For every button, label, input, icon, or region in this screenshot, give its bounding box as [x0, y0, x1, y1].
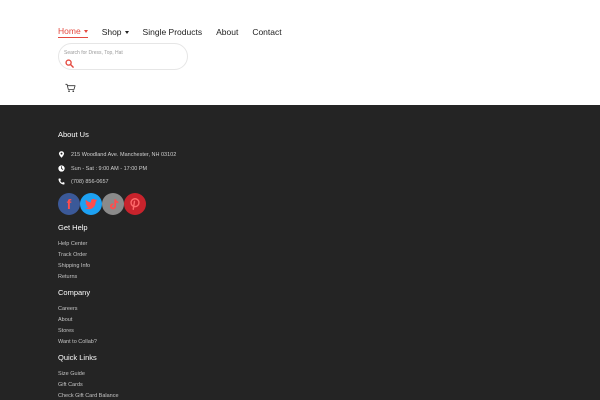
location-pin-icon	[58, 151, 65, 158]
footer-heading-about: About Us	[58, 130, 89, 139]
phone-icon	[58, 178, 65, 185]
footer-link-size-guide[interactable]: Size Guide	[58, 371, 85, 377]
pinterest-icon[interactable]	[124, 193, 146, 215]
social-links: f	[58, 193, 158, 218]
nav-label-about: About	[216, 27, 239, 37]
twitter-icon[interactable]	[80, 193, 102, 215]
chevron-down-icon	[83, 29, 88, 33]
phone-text: (708) 856-0657	[71, 178, 109, 185]
nav-label-home: Home	[58, 26, 81, 36]
nav-item-about[interactable]: About	[216, 27, 238, 37]
footer-link-careers[interactable]: Careers	[58, 306, 78, 312]
contact-hours: Sun - Sat : 9:00 AM - 17:00 PM	[58, 165, 147, 172]
nav-item-shop[interactable]: Shop	[102, 27, 129, 37]
nav-label-contact: Contact	[252, 27, 282, 37]
nav-label-shop: Shop	[101, 27, 122, 37]
footer-heading-get-help: Get Help	[58, 223, 88, 232]
search-input[interactable]	[64, 48, 179, 57]
nav-item-single-products[interactable]: Single Products	[143, 27, 203, 37]
footer-link-stores[interactable]: Stores	[58, 328, 74, 334]
clock-icon	[58, 165, 65, 172]
footer-link-want-to-collab[interactable]: Want to Collab?	[58, 339, 97, 345]
contact-phone: (708) 856-0657	[58, 178, 109, 185]
facebook-icon[interactable]: f	[58, 193, 80, 215]
main-nav: Home Shop Single Products About Contact	[58, 26, 296, 38]
footer-link-check-gift-card-balance[interactable]: Check Gift Card Balance	[58, 393, 119, 399]
footer-link-returns[interactable]: Returns	[58, 274, 77, 280]
footer-link-shipping-info[interactable]: Shipping Info	[58, 263, 90, 269]
footer-heading-quick-links: Quick Links	[58, 353, 97, 362]
nav-item-home[interactable]: Home	[58, 26, 88, 38]
hours-text: Sun - Sat : 9:00 AM - 17:00 PM	[71, 165, 148, 172]
footer-link-track-order[interactable]: Track Order	[58, 252, 87, 258]
footer-heading-company: Company	[58, 288, 91, 297]
nav-label-single-products: Single Products	[142, 27, 203, 37]
contact-address: 215 Woodland Ave. Manchester, NH 03102	[58, 151, 176, 158]
address-text: 215 Woodland Ave. Manchester, NH 03102	[71, 151, 177, 158]
search-icon[interactable]	[65, 59, 74, 68]
footer-link-help-center[interactable]: Help Center	[58, 241, 87, 247]
footer-link-gift-cards[interactable]: Gift Cards	[58, 382, 83, 388]
site-header: Home Shop Single Products About Contact	[0, 0, 600, 105]
chevron-down-icon	[124, 30, 129, 34]
tiktok-icon[interactable]	[102, 193, 124, 215]
nav-item-contact[interactable]: Contact	[252, 27, 281, 37]
site-footer: About Us 215 Woodland Ave. Manchester, N…	[0, 105, 600, 400]
footer-link-about[interactable]: About	[58, 317, 72, 323]
search-box	[58, 43, 188, 70]
cart-icon[interactable]	[65, 83, 76, 93]
